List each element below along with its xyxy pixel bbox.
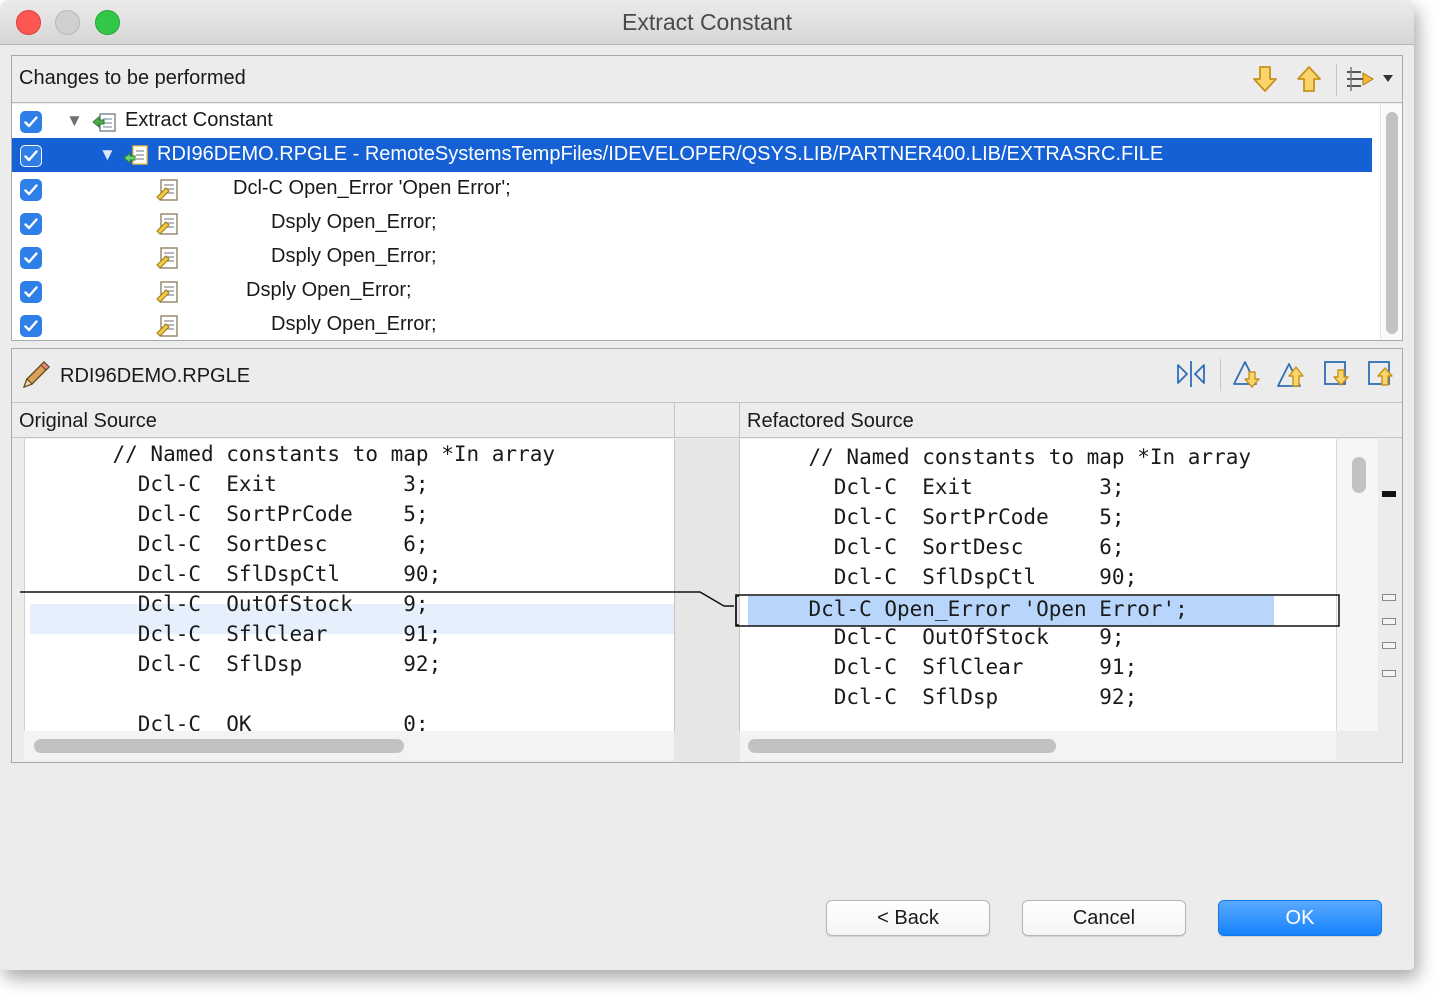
tree-row-file-change[interactable]: ▼ RDI96DEMO.RPGLE - RemoteSystemsTempFil…	[12, 138, 1372, 172]
refactored-source-title: Refactored Source	[747, 410, 914, 432]
refactored-horizontal-scrollbar[interactable]	[740, 731, 1336, 761]
tree-label: Dsply Open_Error;	[271, 313, 437, 335]
tree-label: Dcl-C Open_Error 'Open Error';	[233, 177, 511, 199]
code-line: Dcl-C SortDesc 6;	[740, 535, 1125, 559]
code-line: // Named constants to map *In array	[24, 442, 556, 466]
changes-tree: ▼ Extract Constant ▼ RDI96DEMO.RPGLE - R…	[12, 104, 1402, 340]
filter-changes-icon[interactable]	[1344, 62, 1378, 96]
change-checkbox[interactable]	[20, 315, 42, 337]
code-line: Dcl-C OutOfStock 9;	[24, 592, 429, 616]
back-button[interactable]: < Back	[826, 900, 990, 936]
code-line: Dcl-C SflDspCtl 90;	[24, 562, 442, 586]
change-checkbox[interactable]	[20, 179, 42, 201]
original-horizontal-scrollbar[interactable]	[24, 731, 674, 761]
diff-gutter-header	[674, 402, 740, 438]
previous-change-icon[interactable]	[1292, 62, 1326, 96]
text-edit-icon	[155, 177, 181, 203]
tree-label: Dsply Open_Error;	[246, 279, 412, 301]
code-line: Dcl-C SflDsp 92;	[24, 652, 442, 676]
code-line: Dcl-C Exit 3;	[24, 472, 429, 496]
tree-vertical-scrollbar[interactable]	[1380, 104, 1402, 340]
ok-button[interactable]: OK	[1218, 900, 1382, 936]
cancel-button[interactable]: Cancel	[1022, 900, 1186, 936]
previous-difference-icon[interactable]	[1274, 357, 1308, 391]
change-checkbox[interactable]	[20, 213, 42, 235]
changes-title: Changes to be performed	[19, 67, 246, 89]
tree-label: Extract Constant	[125, 109, 273, 131]
compare-file-name: RDI96DEMO.RPGLE	[60, 365, 251, 387]
toolbar-separator	[1336, 64, 1337, 96]
code-line: Dcl-C SortPrCode 5;	[24, 502, 429, 526]
code-line: Dcl-C SflClear 91;	[740, 655, 1138, 679]
change-marker[interactable]	[1382, 642, 1396, 649]
text-edit-icon	[155, 211, 181, 237]
scrollbar-thumb[interactable]	[748, 739, 1056, 753]
next-change-icon[interactable]	[1248, 62, 1282, 96]
overview-ruler	[1378, 439, 1402, 731]
tree-row-text-change[interactable]: Dsply Open_Error;	[12, 274, 1372, 308]
tree-label: Dsply Open_Error;	[271, 245, 437, 267]
changes-header: Changes to be performed	[12, 56, 1402, 103]
scrollbar-thumb[interactable]	[1386, 112, 1398, 334]
code-line: Dcl-C Exit 3;	[740, 475, 1125, 499]
expand-twisty-icon[interactable]: ▼	[99, 145, 116, 165]
previous-change-icon[interactable]	[1364, 357, 1398, 391]
file-change-icon	[123, 143, 149, 169]
tree-label: RDI96DEMO.RPGLE - RemoteSystemsTempFiles…	[157, 143, 1164, 165]
pencil-icon	[20, 359, 52, 397]
original-source-title: Original Source	[19, 410, 157, 432]
text-edit-icon	[155, 245, 181, 271]
changes-panel: Changes to be performed ▼ Extract Consta…	[11, 55, 1403, 341]
refactored-source-header: Refactored Source	[740, 402, 1402, 438]
code-line: Dcl-C SflDsp 92;	[740, 685, 1138, 709]
code-line: Dcl-C Open_Error 'Open Error';	[740, 597, 1188, 621]
gutter-scroll-filler	[674, 731, 740, 761]
tree-row-text-change[interactable]: Dsply Open_Error;	[12, 240, 1372, 274]
scrollbar-thumb[interactable]	[34, 739, 404, 753]
change-checkbox[interactable]	[20, 111, 42, 133]
scrollbar-thumb[interactable]	[1352, 457, 1366, 493]
tree-row-text-change[interactable]: Dsply Open_Error;	[12, 206, 1372, 240]
change-marker[interactable]	[1382, 618, 1396, 625]
change-checkbox[interactable]	[20, 145, 42, 167]
toolbar-separator	[1220, 359, 1221, 391]
compare-header: RDI96DEMO.RPGLE	[12, 349, 1402, 401]
next-change-icon[interactable]	[1320, 357, 1354, 391]
expand-twisty-icon[interactable]: ▼	[66, 111, 83, 131]
original-source-editor[interactable]: // Named constants to map *In array Dcl-…	[24, 439, 674, 731]
code-line: Dcl-C SortPrCode 5;	[740, 505, 1125, 529]
original-source-header: Original Source	[12, 402, 674, 438]
extract-constant-dialog: Extract Constant Changes to be performed	[0, 0, 1414, 970]
text-edit-icon	[155, 313, 181, 339]
change-marker[interactable]	[1382, 594, 1396, 601]
compare-panel: RDI96DEMO.RPGLE Original Source Refactor…	[11, 348, 1403, 763]
code-line: Dcl-C OK 0;	[24, 712, 429, 731]
swap-sides-icon[interactable]	[1174, 357, 1208, 391]
window-title: Extract Constant	[621, 9, 793, 35]
title-bar: Extract Constant	[0, 0, 1414, 45]
diff-gutter	[674, 439, 740, 731]
tree-label: Dsply Open_Error;	[271, 211, 437, 233]
refactored-source-editor[interactable]: // Named constants to map *In array Dcl-…	[740, 439, 1336, 731]
code-line: Dcl-C SflDspCtl 90;	[740, 565, 1138, 589]
code-line: Dcl-C OutOfStock 9;	[740, 625, 1125, 649]
tree-row-extract-constant[interactable]: ▼ Extract Constant	[12, 104, 1372, 138]
change-checkbox[interactable]	[20, 281, 42, 303]
dropdown-arrow-icon[interactable]	[1378, 62, 1398, 96]
tree-row-text-change[interactable]: Dcl-C Open_Error 'Open Error';	[12, 172, 1372, 206]
text-edit-icon	[155, 279, 181, 305]
change-marker[interactable]	[1382, 670, 1396, 677]
current-change-marker[interactable]	[1382, 491, 1396, 497]
left-editor-border	[24, 439, 25, 731]
code-line: // Named constants to map *In array	[740, 445, 1252, 469]
code-line: Dcl-C SortDesc 6;	[24, 532, 429, 556]
code-line: Dcl-C SflClear 91;	[24, 622, 442, 646]
change-checkbox[interactable]	[20, 247, 42, 269]
refactoring-change-icon	[92, 109, 118, 135]
next-difference-icon[interactable]	[1230, 357, 1264, 391]
refactored-vertical-scrollbar[interactable]	[1336, 439, 1378, 731]
tree-row-text-change[interactable]: Dsply Open_Error;	[12, 308, 1372, 340]
